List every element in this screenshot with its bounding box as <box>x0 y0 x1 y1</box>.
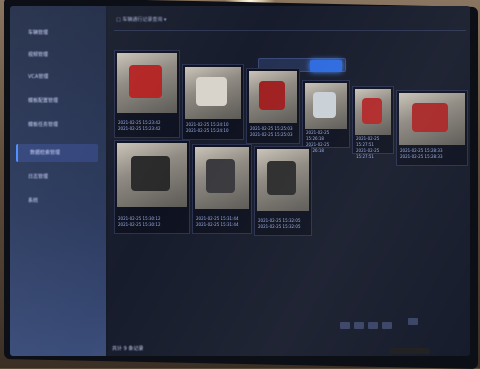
search-button[interactable] <box>310 60 342 72</box>
capture-time: 2021-02-25 15:27:51 <box>356 148 380 159</box>
sidebar-item-vca[interactable]: VCA管理 <box>16 68 98 86</box>
pagination-page-button[interactable] <box>368 322 378 329</box>
capture-time: 2021-02-25 15:24:10 <box>186 128 229 133</box>
sidebar-item-vehicle[interactable]: 车辆管理 <box>16 24 98 42</box>
sidebar-item-data-search[interactable]: 数据检索管理 <box>16 144 98 162</box>
sidebar: 车辆管理 视频管理 VCA管理 模板配置管理 模板任务管理 数据检索管理 日志管… <box>10 6 106 356</box>
content-header: □ 车辆通行记录查询 ▾ <box>114 14 466 31</box>
sidebar-item-system[interactable]: 系统 <box>16 192 98 210</box>
sidebar-item-label: 系统 <box>28 198 39 204</box>
result-thumbnail[interactable]: 2021-02-25 15:30:12 2021-02-25 15:30:12 <box>114 140 190 234</box>
sidebar-item-label: 日志管理 <box>28 174 49 180</box>
car-image <box>196 77 227 106</box>
vehicle-photo <box>195 147 249 209</box>
vehicle-photo <box>399 93 465 145</box>
capture-time: 2021-02-25 15:25:03 <box>250 132 293 137</box>
vehicle-photo <box>185 67 241 119</box>
car-image <box>362 98 382 124</box>
sidebar-item-template-config[interactable]: 模板配置管理 <box>16 92 98 110</box>
sidebar-item-label: 视频管理 <box>28 52 49 58</box>
car-image <box>258 81 285 110</box>
car-image <box>131 155 170 192</box>
car-image <box>412 103 449 132</box>
capture-time: 2021-02-25 15:31:44 <box>196 222 239 227</box>
result-thumbnail[interactable]: 2021-02-25 15:32:05 2021-02-25 15:32:05 <box>254 146 312 236</box>
capture-time: 2021-02-25 15:23:42 <box>118 126 161 131</box>
vehicle-photo <box>305 83 347 130</box>
sidebar-item-label: 数据检索管理 <box>30 150 61 156</box>
result-thumbnail[interactable]: 2021-02-25 15:31:44 2021-02-25 15:31:44 <box>192 144 252 234</box>
result-thumbnail[interactable]: 2021-02-25 15:25:03 2021-02-25 15:25:03 <box>246 68 300 144</box>
sidebar-item-label: 模板配置管理 <box>28 98 59 104</box>
car-image <box>267 161 296 196</box>
car-image <box>129 65 162 99</box>
pagination-last-button[interactable] <box>408 318 418 325</box>
sidebar-item-label: 车辆管理 <box>28 30 49 36</box>
capture-time: 2021-02-25 15:27:51 <box>356 136 380 147</box>
main-content: □ 车辆通行记录查询 ▾ 2021-02-25 15:23:42 2021-02-… <box>108 6 470 356</box>
page-title: □ 车辆通行记录查询 ▾ <box>116 17 167 23</box>
result-thumbnail[interactable]: 2021-02-25 15:24:10 2021-02-25 15:24:10 <box>182 64 244 140</box>
vehicle-photo <box>117 143 187 208</box>
capture-time: 2021-02-25 15:32:05 <box>258 224 301 229</box>
sidebar-item-label: VCA管理 <box>28 74 49 80</box>
sidebar-item-log[interactable]: 日志管理 <box>16 168 98 186</box>
pagination-prev-button[interactable] <box>340 322 350 329</box>
pagination-page-button[interactable] <box>354 322 364 329</box>
sidebar-item-video[interactable]: 视频管理 <box>16 46 98 64</box>
capture-time: 2021-02-25 15:30:12 <box>118 222 161 227</box>
pagination-next-button[interactable] <box>382 322 392 329</box>
monitor-stand <box>390 348 430 354</box>
result-thumbnail[interactable]: 2021-02-25 15:26:18 2021-02-25 15:26:18 <box>302 80 350 153</box>
record-count: 共计 9 条记录 <box>112 346 144 352</box>
car-image <box>313 92 337 118</box>
vehicle-photo <box>257 149 309 211</box>
capture-time: 2021-02-25 15:28:33 <box>400 154 443 159</box>
vehicle-photo <box>117 53 177 114</box>
vehicle-photo <box>249 71 297 123</box>
vehicle-photo <box>355 89 391 136</box>
capture-time: 2021-02-25 15:26:18 <box>306 130 330 141</box>
sidebar-item-label: 模板任务管理 <box>28 122 59 128</box>
result-thumbnail[interactable]: 2021-02-25 15:28:33 2021-02-25 15:28:33 <box>396 90 468 166</box>
result-thumbnail[interactable]: 2021-02-25 15:27:51 2021-02-25 15:27:51 <box>352 86 394 159</box>
capture-time: 2021-02-25 15:26:18 <box>306 142 330 153</box>
car-image <box>205 159 236 194</box>
sidebar-item-template-task[interactable]: 模板任务管理 <box>16 116 98 134</box>
result-thumbnail[interactable]: 2021-02-25 15:23:42 2021-02-25 15:23:42 <box>114 50 180 138</box>
monitor-screen: 车辆管理 视频管理 VCA管理 模板配置管理 模板任务管理 数据检索管理 日志管… <box>10 6 470 356</box>
